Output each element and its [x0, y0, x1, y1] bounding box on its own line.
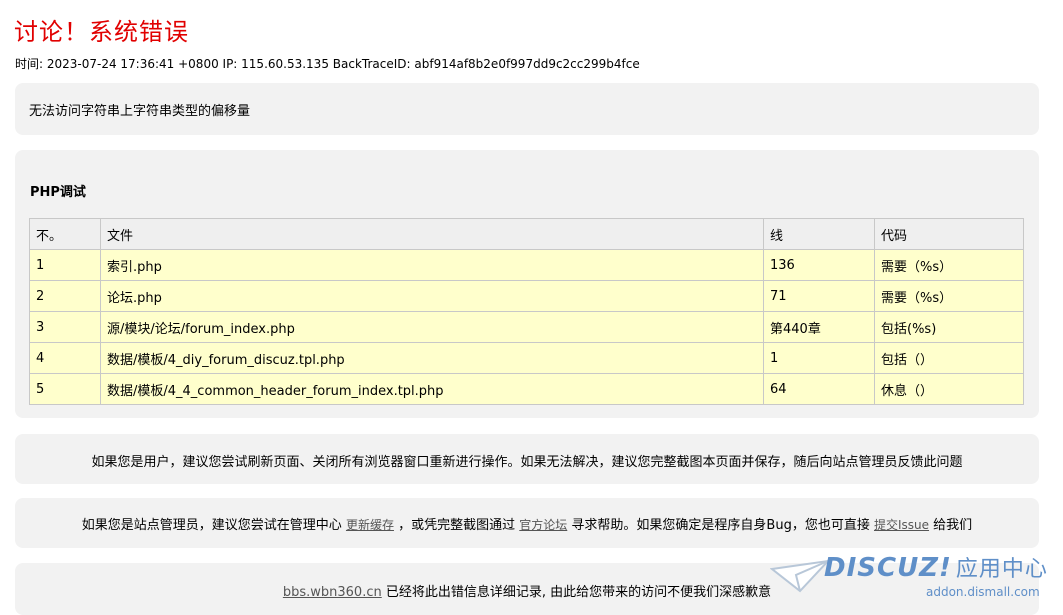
row-line: 71: [763, 280, 875, 312]
table-header-row: 不。 文件 线 代码: [29, 218, 1024, 250]
row-line: 第440章: [763, 311, 875, 343]
debug-title: PHP调试: [30, 185, 86, 200]
row-no: 4: [29, 342, 101, 374]
site-link[interactable]: bbs.wbn360.cn: [283, 585, 382, 600]
discuz-watermark-logo: DISCUZ! 应用中心 addon.dismall.com: [770, 545, 1060, 611]
admin-tip-text-2: ，或凭完整截图通过: [398, 518, 516, 533]
row-file: 索引.php: [100, 249, 764, 281]
admin-tip-text-3: 寻求帮助。如果您确定是程序自身Bug，您也可直接: [571, 518, 870, 533]
row-line: 136: [763, 249, 875, 281]
error-message: 无法访问字符串上字符串类型的偏移量: [29, 104, 251, 119]
paper-plane-icon: [770, 559, 830, 593]
row-code: 包括(%s): [874, 311, 1024, 343]
table-row: 1 索引.php 136 需要（%s）: [29, 249, 1024, 281]
watermark-brand: DISCUZ! 应用中心: [824, 553, 1048, 583]
row-file: 数据/模板/4_4_common_header_forum_index.tpl.…: [100, 373, 764, 405]
watermark-domain: addon.dismall.com: [926, 585, 1040, 599]
column-header-code: 代码: [874, 218, 1024, 250]
admin-tip-text-1: 如果您是站点管理员，建议您尝试在管理中心: [81, 518, 342, 533]
table-row: 4 数据/模板/4_diy_forum_discuz.tpl.php 1 包括（…: [29, 342, 1024, 374]
row-code: 包括（）: [874, 342, 1024, 374]
update-cache-link[interactable]: 更新缓存: [346, 518, 394, 532]
error-message-box: 无法访问字符串上字符串类型的偏移量: [15, 83, 1039, 135]
row-line: 64: [763, 373, 875, 405]
user-tip: 如果您是用户，建议您尝试刷新页面、关闭所有浏览器窗口重新进行操作。如果无法解决，…: [91, 455, 963, 470]
row-no: 2: [29, 280, 101, 312]
row-no: 5: [29, 373, 101, 405]
page-title: 讨论！系统错误: [14, 18, 189, 46]
row-no: 3: [29, 311, 101, 343]
table-row: 2 论坛.php 71 需要（%s）: [29, 280, 1024, 312]
submit-issue-link[interactable]: 提交Issue: [874, 518, 929, 532]
footer-text: 已经将此出错信息详细记录, 由此给您带来的访问不便我们深感歉意: [385, 585, 772, 600]
admin-tip-text-4: 给我们: [933, 518, 973, 533]
column-header-no: 不。: [29, 218, 101, 250]
table-row: 5 数据/模板/4_4_common_header_forum_index.tp…: [29, 373, 1024, 405]
column-header-file: 文件: [100, 218, 764, 250]
row-no: 1: [29, 249, 101, 281]
table-row: 3 源/模块/论坛/forum_index.php 第440章 包括(%s): [29, 311, 1024, 343]
column-header-line: 线: [763, 218, 875, 250]
admin-tip-box: 如果您是站点管理员，建议您尝试在管理中心 更新缓存 ，或凭完整截图通过 官方论坛…: [15, 498, 1039, 548]
row-file: 数据/模板/4_diy_forum_discuz.tpl.php: [100, 342, 764, 374]
error-meta: 时间: 2023-07-24 17:36:41 +0800 IP: 115.60…: [15, 57, 640, 71]
user-tip-box: 如果您是用户，建议您尝试刷新页面、关闭所有浏览器窗口重新进行操作。如果无法解决，…: [15, 434, 1039, 484]
php-debug-box: PHP调试 不。 文件 线 代码 1 索引.php 136 需要（%s） 2 论…: [15, 150, 1039, 418]
row-file: 源/模块/论坛/forum_index.php: [100, 311, 764, 343]
row-line: 1: [763, 342, 875, 374]
admin-tip: 如果您是站点管理员，建议您尝试在管理中心 更新缓存 ，或凭完整截图通过 官方论坛…: [15, 514, 1039, 533]
official-forum-link[interactable]: 官方论坛: [519, 518, 567, 532]
row-code: 休息（）: [874, 373, 1024, 405]
row-code: 需要（%s）: [874, 249, 1024, 281]
backtrace-table: 不。 文件 线 代码 1 索引.php 136 需要（%s） 2 论坛.php …: [29, 218, 1024, 405]
row-code: 需要（%s）: [874, 280, 1024, 312]
row-file: 论坛.php: [100, 280, 764, 312]
